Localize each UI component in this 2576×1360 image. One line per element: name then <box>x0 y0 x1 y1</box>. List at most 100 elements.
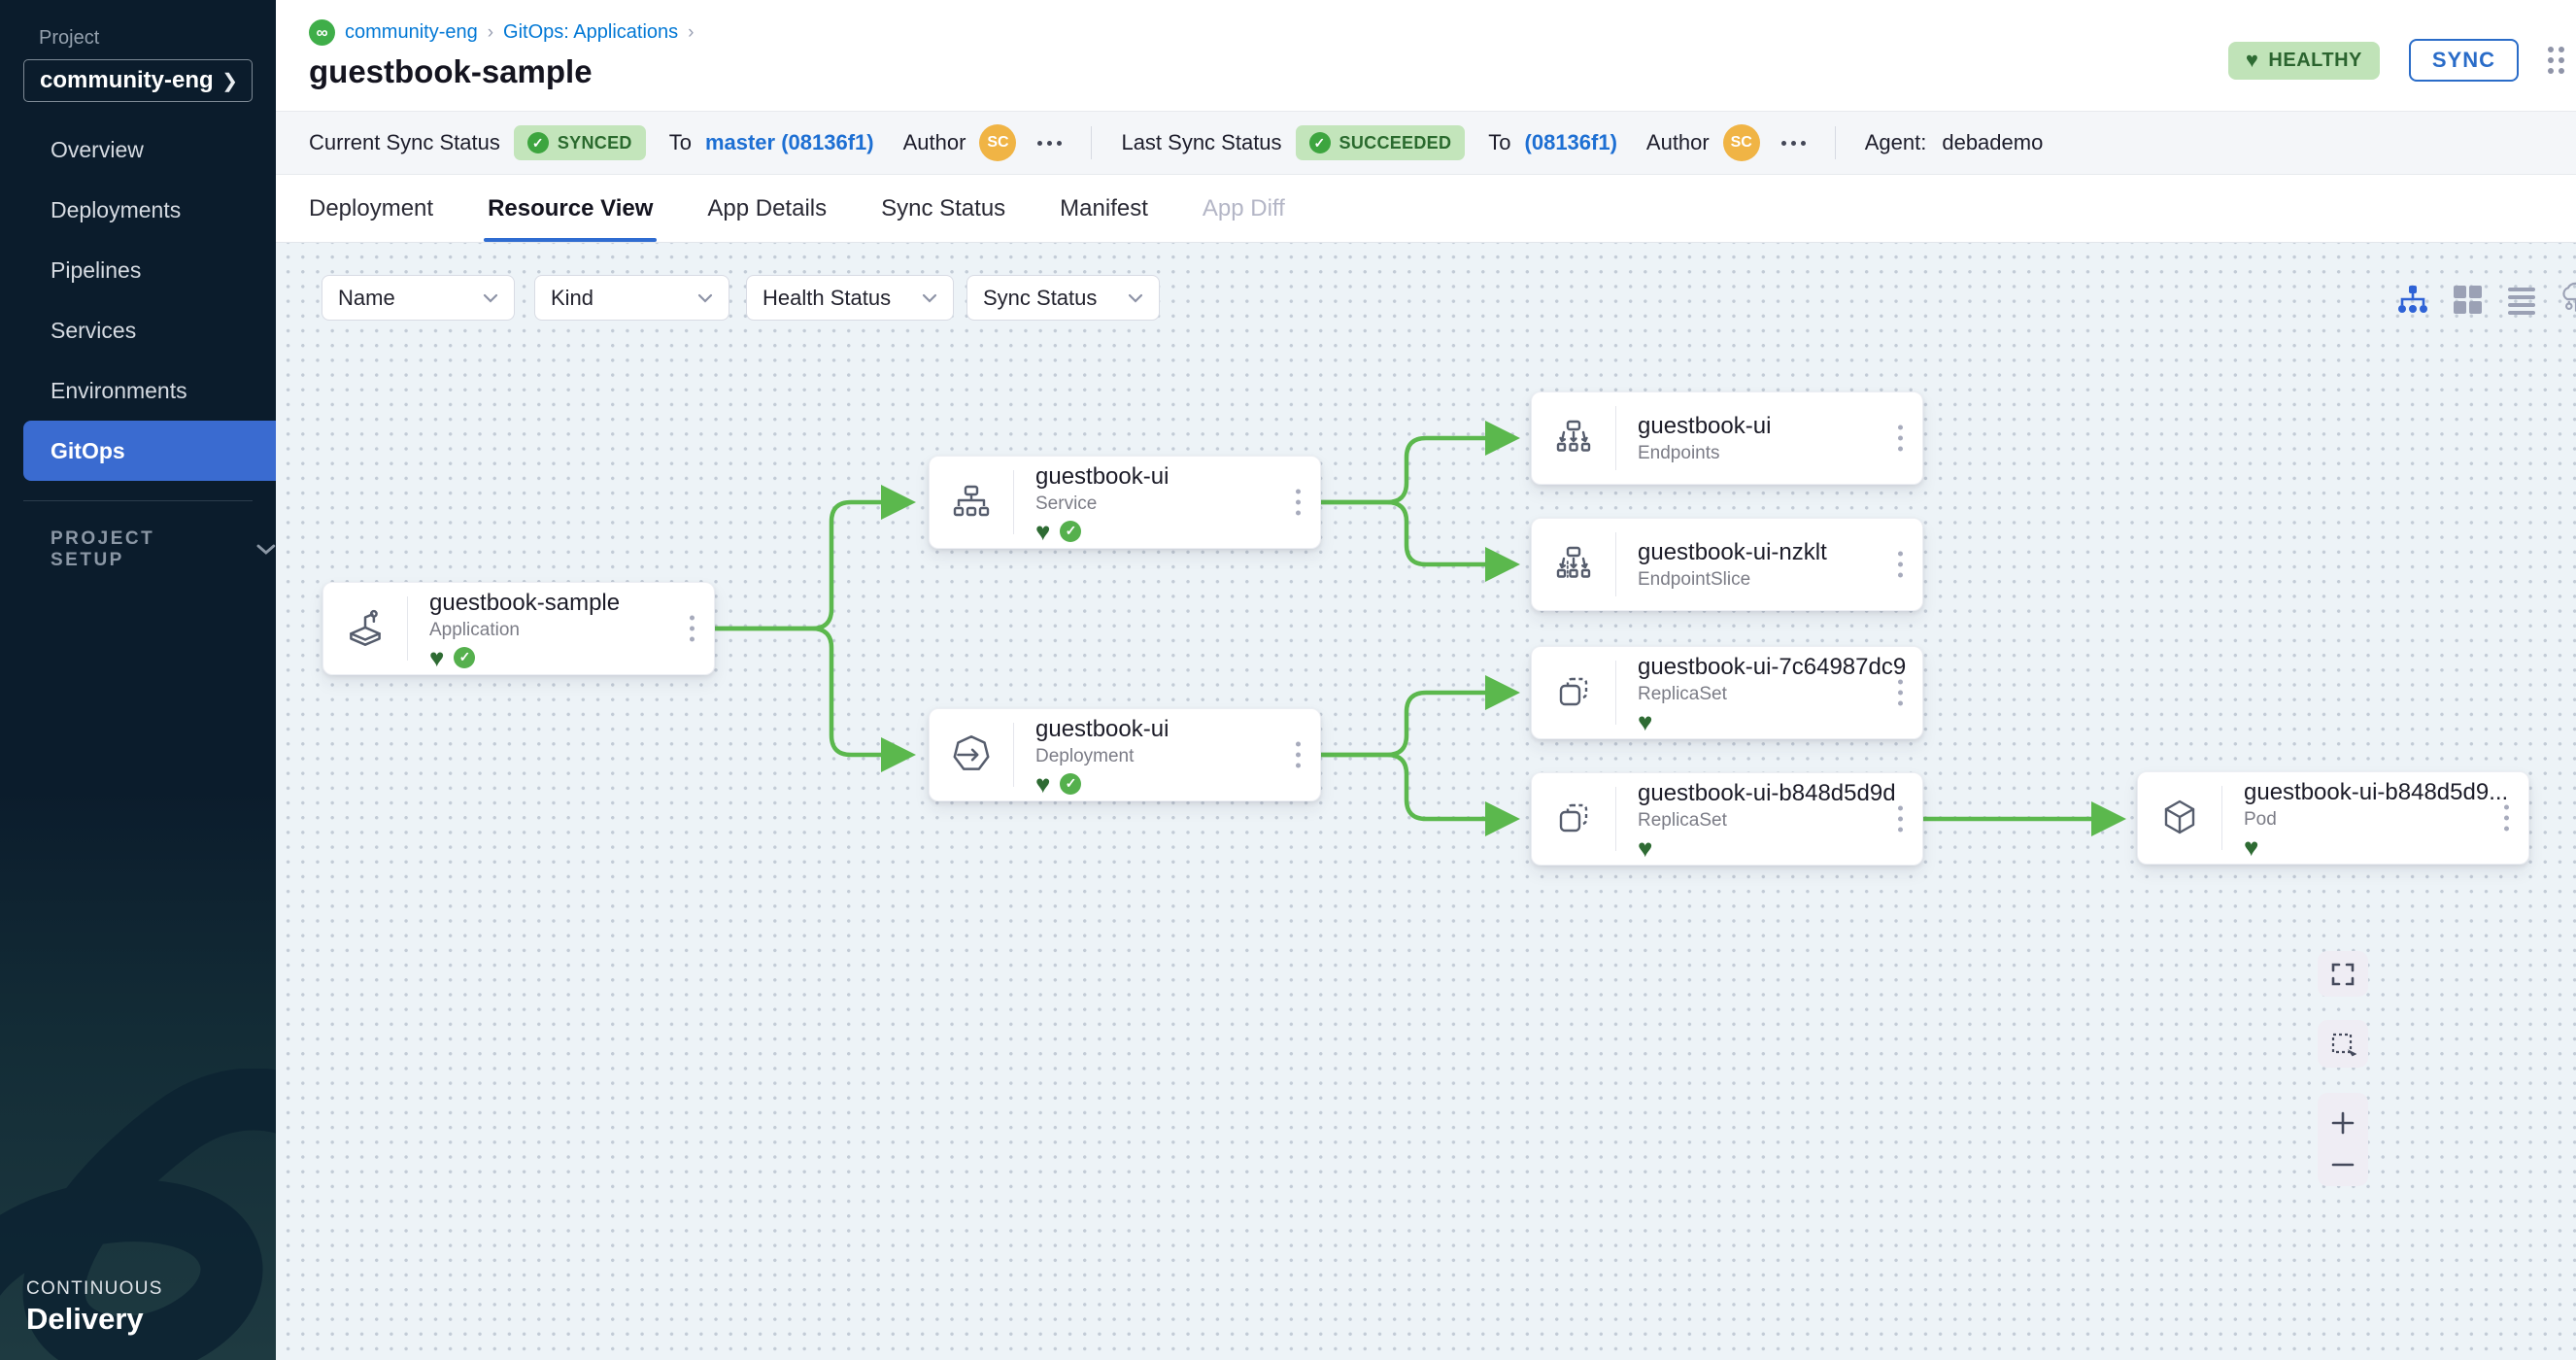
node-menu-button[interactable] <box>2498 799 2515 837</box>
node-application[interactable]: guestbook-sample Application ♥ ✓ <box>322 582 715 675</box>
node-deployment[interactable]: guestbook-ui Deployment ♥ ✓ <box>929 708 1321 801</box>
breadcrumb-separator: › <box>488 22 493 44</box>
synced-check-icon: ✓ <box>1060 521 1081 542</box>
project-name: community-eng <box>40 67 214 94</box>
node-service[interactable]: guestbook-ui Service ♥ ✓ <box>929 456 1321 549</box>
hierarchy-view-icon[interactable] <box>2395 282 2430 317</box>
tab-app-diff[interactable]: App Diff <box>1203 175 1285 242</box>
sync-status-bar: Current Sync Status ✓ SYNCED To master (… <box>276 111 2576 175</box>
node-replicaset-2[interactable]: guestbook-ui-b848d5d9d ReplicaSet ♥ <box>1531 772 1923 866</box>
healthy-heart-icon: ♥ <box>1638 837 1652 859</box>
node-endpointslice[interactable]: guestbook-ui-nzklt EndpointSlice <box>1531 518 1923 611</box>
node-menu-button[interactable] <box>684 610 700 648</box>
app-menu-button[interactable] <box>2548 47 2564 74</box>
sidebar-divider <box>23 500 253 501</box>
view-toggles <box>2395 282 2576 317</box>
healthy-heart-icon: ♥ <box>1035 521 1050 542</box>
filter-sync-status[interactable]: Sync Status <box>966 275 1160 321</box>
node-kind: Service <box>1035 493 1320 516</box>
resource-graph-canvas: Name Kind Health Status Sync Status <box>276 243 2576 1360</box>
gitops-icon: ∞ <box>309 19 335 46</box>
filter-sync-status-label: Sync Status <box>983 286 1097 311</box>
node-menu-button[interactable] <box>1290 484 1306 522</box>
tab-resource-view[interactable]: Resource View <box>488 175 653 242</box>
node-pod[interactable]: guestbook-ui-b848d5d9... Pod ♥ <box>2137 771 2529 865</box>
edge-app-deployment <box>715 629 907 755</box>
tab-deployment[interactable]: Deployment <box>309 175 433 242</box>
zoom-in-icon[interactable] <box>2330 1110 2356 1136</box>
node-title: guestbook-ui <box>1035 462 1320 492</box>
marquee-select-button[interactable] <box>2318 1020 2368 1068</box>
node-kind: Application <box>429 619 714 642</box>
health-status-badge: ♥ HEALTHY <box>2228 42 2380 80</box>
synced-check-icon: ✓ <box>454 647 475 668</box>
node-title: guestbook-sample <box>429 589 714 618</box>
edge-service-endpointslice <box>1321 502 1511 564</box>
sidebar-item-gitops[interactable]: GitOps <box>23 421 276 481</box>
node-replicaset-1[interactable]: guestbook-ui-7c64987dc9 ReplicaSet ♥ <box>1531 646 1923 739</box>
sync-more-button[interactable] <box>1037 141 1062 146</box>
healthy-heart-icon: ♥ <box>1638 711 1652 732</box>
chevron-down-icon <box>697 293 713 303</box>
node-menu-button[interactable] <box>1892 800 1909 838</box>
node-menu-button[interactable] <box>1892 420 1909 458</box>
list-view-icon[interactable] <box>2504 282 2539 317</box>
deployment-icon <box>930 709 1013 800</box>
edge-service-endpoints <box>1321 438 1511 502</box>
succeeded-badge: ✓ SUCCEEDED <box>1296 125 1466 160</box>
project-label: Project <box>39 27 276 50</box>
sync-button[interactable]: SYNC <box>2409 39 2519 82</box>
tab-sync-status[interactable]: Sync Status <box>881 175 1005 242</box>
edge-deployment-replicaset2 <box>1321 755 1511 819</box>
current-sync-label: Current Sync Status <box>309 130 500 155</box>
chevron-right-icon: ❯ <box>221 69 238 93</box>
healthy-heart-icon: ♥ <box>429 647 444 668</box>
sync-more-button[interactable] <box>1781 141 1806 146</box>
project-setup-toggle[interactable]: PROJECT SETUP <box>51 528 276 571</box>
node-kind: EndpointSlice <box>1638 568 1922 592</box>
sidebar-item-deployments[interactable]: Deployments <box>0 180 276 240</box>
breadcrumb-project-link[interactable]: community-eng <box>345 21 478 44</box>
project-selector[interactable]: community-eng ❯ <box>23 59 253 102</box>
replicaset-icon <box>1532 773 1615 865</box>
node-title: guestbook-ui-b848d5d9... <box>2244 778 2528 807</box>
grid-view-icon[interactable] <box>2450 282 2485 317</box>
node-title: guestbook-ui <box>1638 412 1922 441</box>
fit-to-screen-button[interactable] <box>2318 951 2368 997</box>
node-menu-button[interactable] <box>1290 736 1306 774</box>
service-icon <box>930 457 1013 548</box>
healthy-heart-icon: ♥ <box>1035 773 1050 795</box>
sidebar-item-overview[interactable]: Overview <box>0 119 276 180</box>
sidebar-item-services[interactable]: Services <box>0 300 276 360</box>
zoom-out-icon[interactable] <box>2330 1161 2356 1169</box>
synced-badge-label: SYNCED <box>558 133 632 153</box>
endpointslice-icon <box>1532 519 1615 610</box>
tab-manifest[interactable]: Manifest <box>1060 175 1148 242</box>
node-menu-button[interactable] <box>1892 546 1909 584</box>
node-menu-button[interactable] <box>1892 674 1909 712</box>
filter-kind[interactable]: Kind <box>534 275 729 321</box>
tab-app-details[interactable]: App Details <box>707 175 827 242</box>
node-title: guestbook-ui-nzklt <box>1638 538 1922 567</box>
sidebar-item-pipelines[interactable]: Pipelines <box>0 240 276 300</box>
edge-deployment-replicaset1 <box>1321 693 1511 755</box>
filter-name[interactable]: Name <box>322 275 515 321</box>
filter-kind-label: Kind <box>551 286 593 311</box>
application-icon <box>323 583 407 674</box>
current-commit-link[interactable]: master (08136f1) <box>705 130 874 155</box>
endpoints-icon <box>1532 392 1615 484</box>
breadcrumb-applications-link[interactable]: GitOps: Applications <box>503 21 678 44</box>
agent-label: Agent: <box>1865 130 1927 155</box>
sidebar-item-environments[interactable]: Environments <box>0 360 276 421</box>
filter-health-status-label: Health Status <box>763 286 891 311</box>
node-title: guestbook-ui-7c64987dc9 <box>1638 653 1922 682</box>
last-sync-label: Last Sync Status <box>1121 130 1281 155</box>
node-endpoints[interactable]: guestbook-ui Endpoints <box>1531 391 1923 485</box>
sidebar-nav: Overview Deployments Pipelines Services … <box>0 119 276 481</box>
synced-badge: ✓ SYNCED <box>514 125 646 160</box>
filter-health-status[interactable]: Health Status <box>746 275 954 321</box>
last-commit-link[interactable]: (08136f1) <box>1525 130 1617 155</box>
cluster-view-icon[interactable] <box>2559 282 2576 317</box>
check-icon: ✓ <box>1309 132 1331 153</box>
healthy-heart-icon: ♥ <box>2244 836 2258 858</box>
